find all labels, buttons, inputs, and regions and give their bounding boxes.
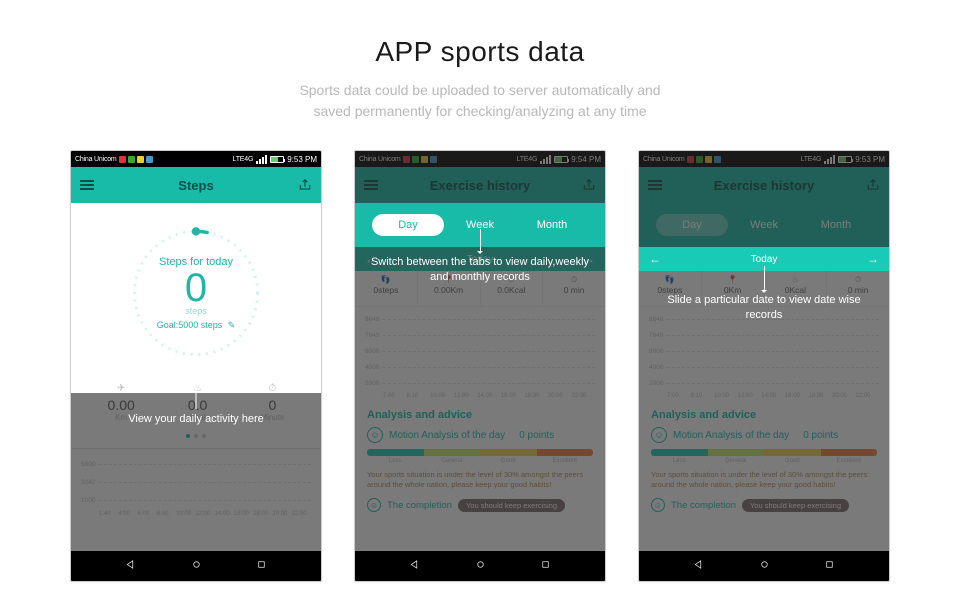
- nav-home-button[interactable]: [759, 557, 770, 575]
- nav-recent-button[interactable]: [824, 557, 835, 575]
- signal-icon: [256, 155, 267, 164]
- tutorial-tip: Switch between the tabs to view daily,we…: [369, 255, 591, 286]
- arrow-right-icon[interactable]: →: [867, 252, 879, 266]
- steps-ring[interactable]: Steps for today 0 steps Goal:5000 steps …: [126, 223, 266, 363]
- menu-button[interactable]: [79, 177, 95, 193]
- tab-month[interactable]: Month: [516, 214, 588, 236]
- nav-back-button[interactable]: [125, 557, 136, 575]
- phone-row: China Unicom LTE4G 9:53 PM Steps: [0, 150, 960, 582]
- share-button[interactable]: [297, 177, 313, 193]
- page-title: APP sports data: [0, 0, 960, 68]
- subtitle-line-1: Sports data could be uploaded to server …: [299, 82, 660, 98]
- nav-recent-button[interactable]: [540, 557, 551, 575]
- arrow-left-icon[interactable]: ←: [649, 252, 661, 266]
- clock-label: 9:53 PM: [287, 155, 317, 164]
- share-icon: [298, 178, 312, 192]
- status-icon: [137, 156, 144, 163]
- tip-arrow: [764, 266, 765, 292]
- date-label: Today: [751, 254, 778, 265]
- android-navbar: [355, 551, 605, 581]
- nav-back-button[interactable]: [693, 557, 704, 575]
- tutorial-tip: Slide a particular date to view date wis…: [653, 293, 875, 324]
- android-navbar: [639, 551, 889, 581]
- tip-arrow: [480, 229, 481, 253]
- battery-icon: [270, 156, 284, 163]
- nav-home-button[interactable]: [191, 557, 202, 575]
- app-header: Steps: [71, 167, 321, 203]
- tip-arrow: [196, 383, 197, 409]
- status-bar: China Unicom LTE4G 9:53 PM: [71, 151, 321, 167]
- page-root: APP sports data Sports data could be upl…: [0, 0, 960, 600]
- edit-icon: ✎: [228, 320, 236, 330]
- nav-recent-button[interactable]: [256, 557, 267, 575]
- ring-value: 0: [185, 268, 207, 308]
- tutorial-dim: [355, 151, 605, 203]
- page-subtitle: Sports data could be uploaded to server …: [0, 80, 960, 122]
- phone-2: China Unicom LTE4G 9:54 PM Exercise hist…: [354, 150, 606, 582]
- android-navbar: [71, 551, 321, 581]
- tab-day[interactable]: Day: [372, 214, 444, 236]
- tutorial-tip: View your daily activity here: [71, 413, 321, 425]
- nav-home-button[interactable]: [475, 557, 486, 575]
- status-icon: [146, 156, 153, 163]
- ring-unit: steps: [185, 306, 207, 316]
- tutorial-dim: [355, 247, 605, 581]
- status-icon: [128, 156, 135, 163]
- phone-3: China Unicom LTE4G 9:53 PM Exercise hist…: [638, 150, 890, 582]
- status-icon: [119, 156, 126, 163]
- goal-text: Goal:5000 steps: [157, 320, 223, 330]
- hamburger-icon: [80, 180, 94, 190]
- nav-back-button[interactable]: [409, 557, 420, 575]
- tutorial-dim: [639, 151, 889, 247]
- network-label: LTE4G: [233, 156, 254, 163]
- ring-goal[interactable]: Goal:5000 steps ✎: [157, 320, 236, 331]
- phone-1: China Unicom LTE4G 9:53 PM Steps: [70, 150, 322, 582]
- carrier-label: China Unicom: [75, 156, 117, 163]
- subtitle-line-2: saved permanently for checking/analyzing…: [313, 103, 646, 119]
- header-title: Steps: [95, 178, 297, 193]
